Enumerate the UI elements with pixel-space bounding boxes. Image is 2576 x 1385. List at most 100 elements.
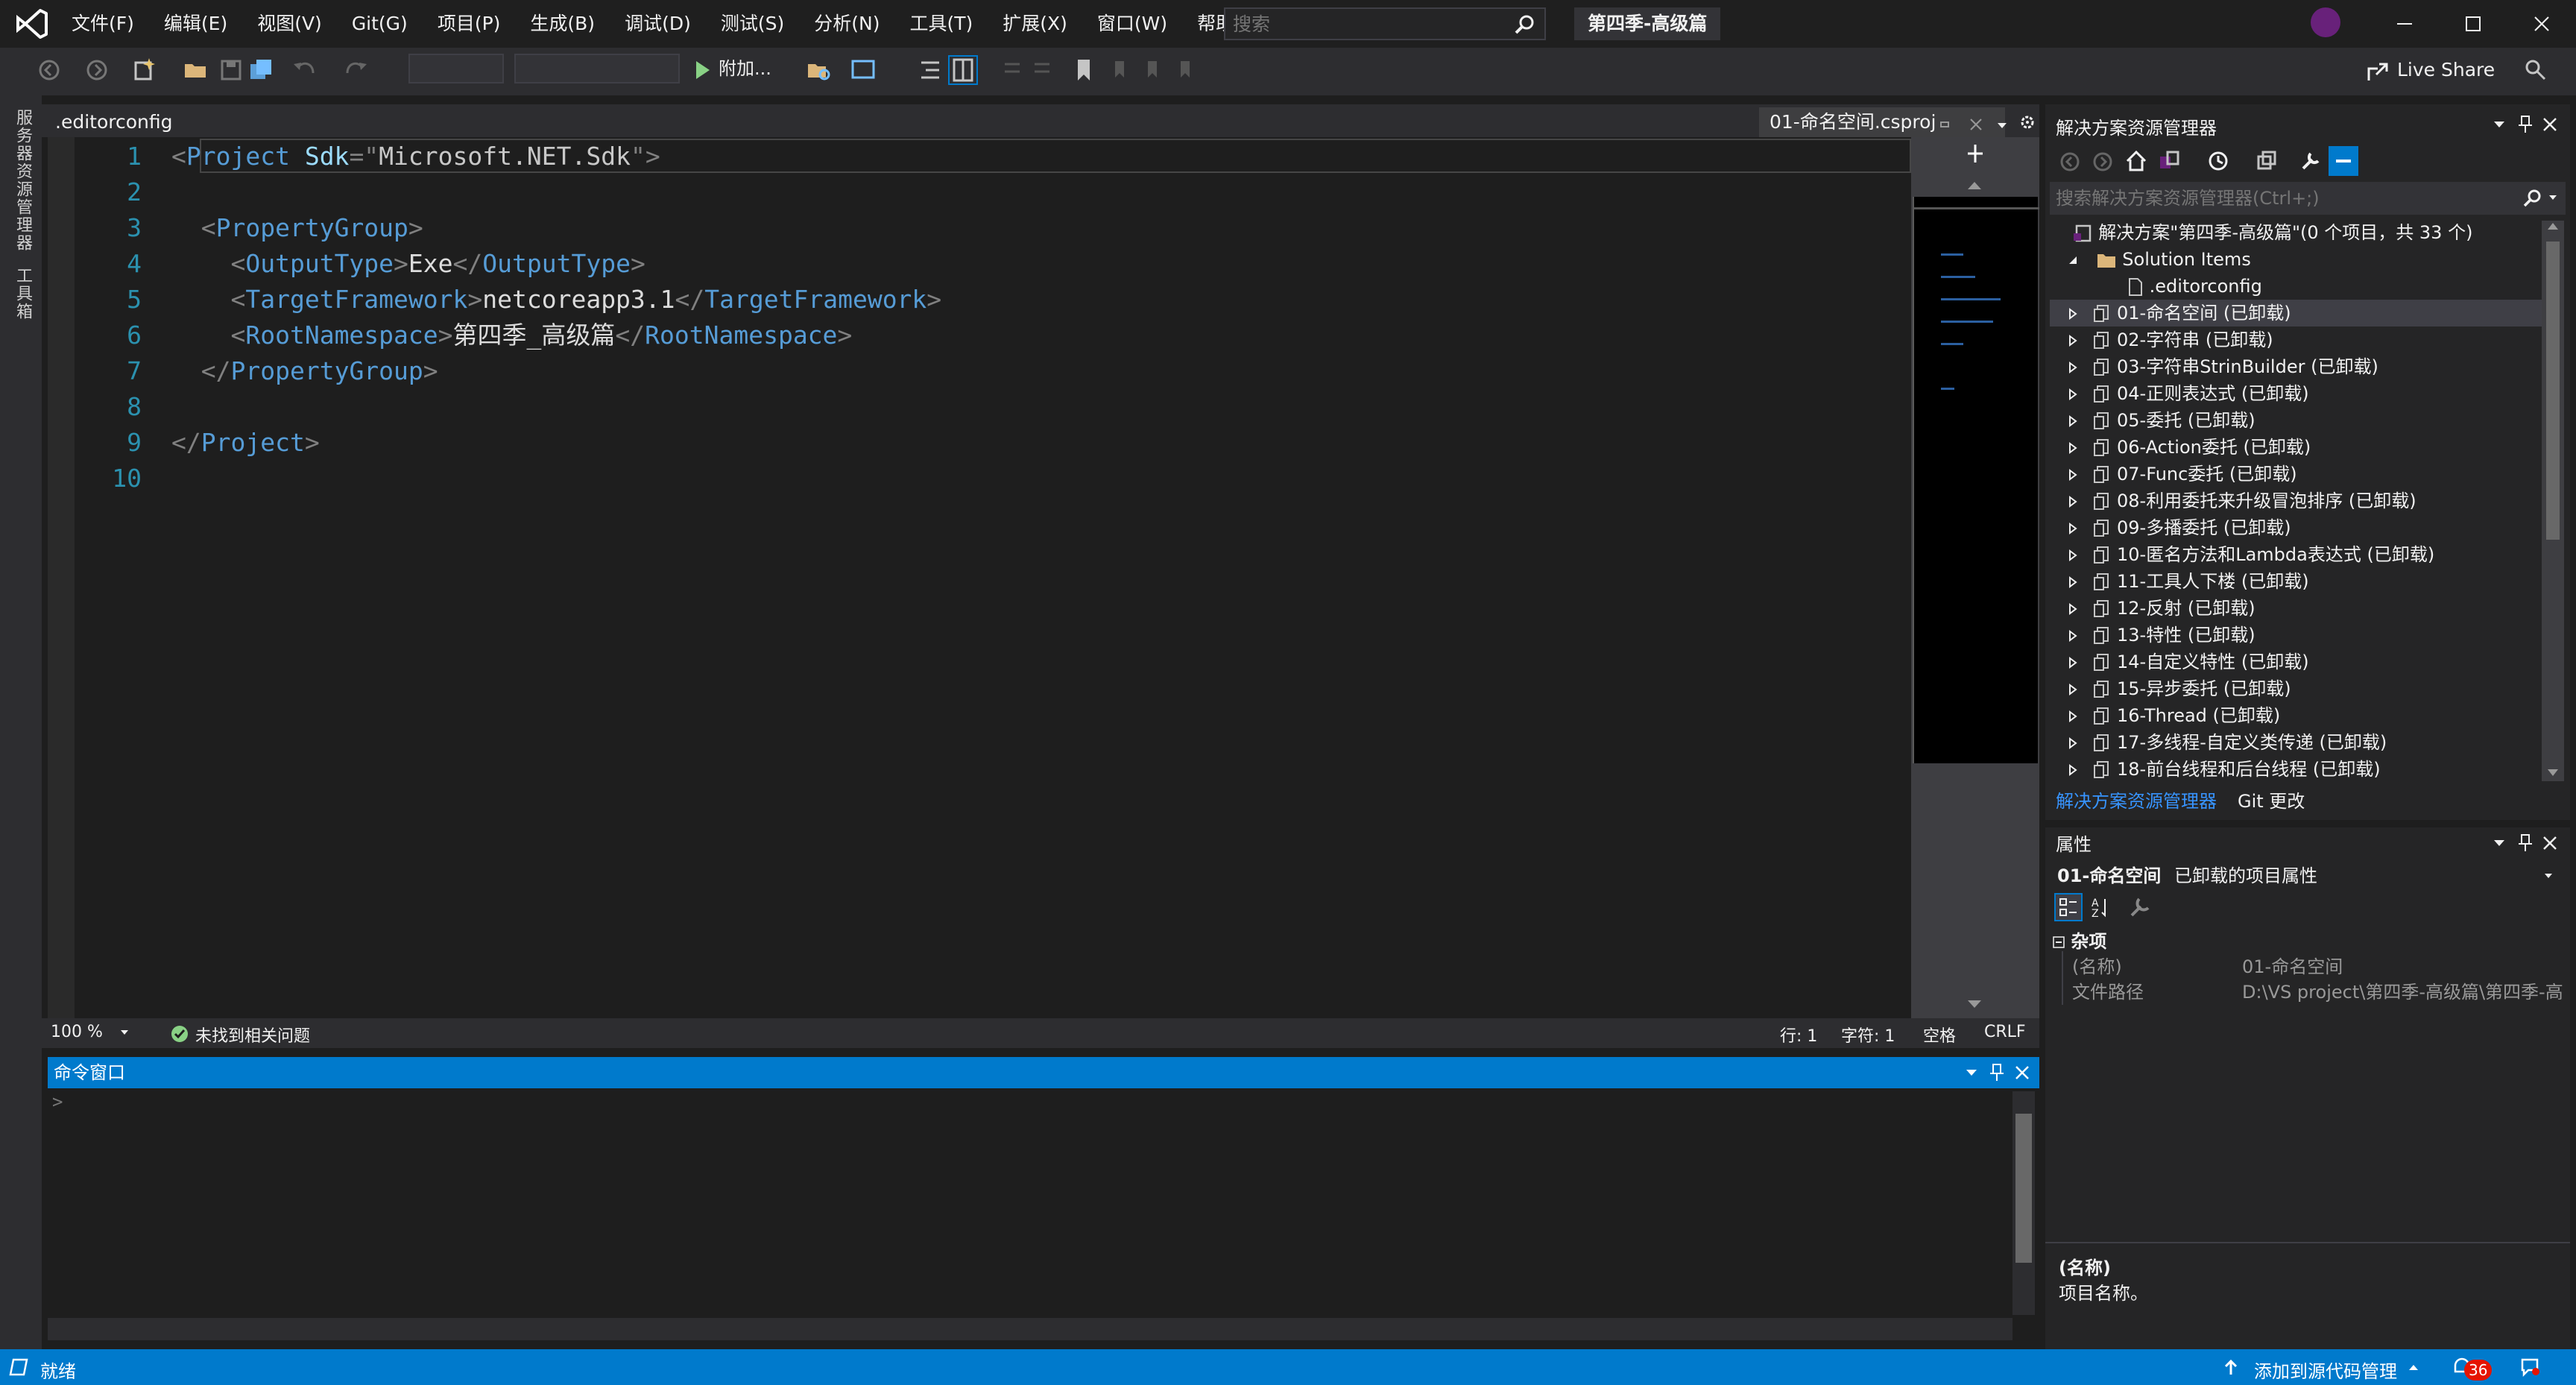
minimize-button[interactable] (2370, 0, 2439, 48)
split-editor-icon[interactable] (1965, 143, 1986, 164)
collapsed-arrow-icon[interactable] (2066, 334, 2080, 347)
se-forward-icon[interactable] (2092, 151, 2114, 173)
menu-edit[interactable]: 编辑(E) (149, 0, 242, 48)
tree-project-item[interactable]: 14-自定义特性 (已卸载) (2050, 649, 2542, 675)
tree-project-item[interactable]: 10-匿名方法和Lambda表达式 (已卸载) (2050, 541, 2542, 568)
property-value[interactable]: 01-命名空间 (2242, 954, 2343, 979)
visual-studio-logo-icon[interactable] (15, 7, 49, 40)
tree-project-item[interactable]: 17-多线程-自定义类传递 (已卸载) (2050, 729, 2542, 756)
command-window-vertical-scrollbar[interactable] (2012, 1091, 2035, 1315)
line-ending[interactable]: CRLF (1984, 1023, 2026, 1041)
server-explorer-tab[interactable]: 服务器资源管理器 (10, 109, 34, 252)
property-value[interactable]: D:\VS project\第四季-高级篇\第四季-高 (2242, 979, 2564, 1005)
uncomment-icon[interactable] (1029, 57, 1055, 83)
collapsed-arrow-icon[interactable] (2066, 307, 2080, 321)
output-status-icon[interactable] (7, 1357, 30, 1378)
tree-project-item[interactable]: 05-委托 (已卸载) (2050, 407, 2542, 434)
menu-build[interactable]: 生成(B) (515, 0, 610, 48)
search-icon[interactable] (1513, 13, 1535, 36)
tab-solution-explorer[interactable]: 解决方案资源管理器 (2045, 786, 2227, 817)
collapsed-arrow-icon[interactable] (2066, 736, 2080, 750)
feedback-error-icon[interactable] (2519, 1357, 2540, 1378)
search-icon[interactable] (2522, 188, 2543, 209)
pin-tab-icon[interactable] (1938, 118, 1953, 133)
feedback-icon[interactable] (2522, 57, 2548, 82)
live-share-icon[interactable] (2366, 60, 2390, 83)
next-bookmark-icon[interactable] (1139, 57, 1166, 83)
open-folder-icon[interactable] (182, 57, 209, 83)
tree-solution-items-folder[interactable]: Solution Items (2050, 246, 2542, 273)
se-back-icon[interactable] (2059, 151, 2081, 173)
tree-project-item[interactable]: 09-多播委托 (已卸载) (2050, 514, 2542, 541)
code-minimap[interactable] (1913, 197, 2039, 763)
menu-view[interactable]: 视图(V) (242, 0, 337, 48)
collapsed-arrow-icon[interactable] (2066, 683, 2080, 696)
scroll-down-icon[interactable] (2546, 768, 2560, 778)
tree-project-item[interactable]: 04-正则表达式 (已卸载) (2050, 380, 2542, 407)
pin-window-icon[interactable] (1989, 1063, 2005, 1082)
tree-editorconfig-file[interactable]: .editorconfig (2050, 273, 2542, 300)
redo-icon[interactable] (343, 57, 370, 83)
zoom-level[interactable]: 100 % (51, 1023, 103, 1041)
collapsed-arrow-icon[interactable] (2066, 575, 2080, 589)
pending-changes-filter-icon[interactable] (2206, 149, 2230, 173)
menu-extensions[interactable]: 扩展(X) (988, 0, 1082, 48)
undo-icon[interactable] (291, 57, 318, 83)
tab-git-changes[interactable]: Git 更改 (2227, 786, 2315, 817)
show-whitespace-icon[interactable] (917, 57, 944, 83)
window-position-dropdown-icon[interactable] (2493, 119, 2506, 130)
collapsed-arrow-icon[interactable] (2066, 602, 2080, 616)
indent-mode[interactable]: 空格 (1923, 1023, 1956, 1047)
collapsed-arrow-icon[interactable] (2066, 361, 2080, 374)
settings-gear-icon[interactable] (2018, 113, 2036, 131)
add-to-source-control[interactable]: 添加到源代码管理 (2254, 1357, 2397, 1383)
tree-project-item[interactable]: 12-反射 (已卸载) (2050, 595, 2542, 622)
zoom-dropdown-icon[interactable] (119, 1029, 130, 1036)
tree-project-item[interactable]: 08-利用委托来升级冒泡排序 (已卸载) (2050, 488, 2542, 514)
pin-window-icon[interactable] (2518, 833, 2533, 853)
bookmark-icon[interactable] (1070, 57, 1097, 83)
solution-explorer-search-input[interactable] (2050, 182, 2497, 215)
collapse-all-icon[interactable] (2255, 149, 2279, 173)
collapsed-arrow-icon[interactable] (2066, 441, 2080, 455)
tree-project-item[interactable]: 18-前台线程和后台线程 (已卸载) (2050, 756, 2542, 783)
clear-bookmarks-icon[interactable] (1172, 57, 1199, 83)
menu-test[interactable]: 测试(S) (706, 0, 799, 48)
collapsed-arrow-icon[interactable] (2066, 549, 2080, 562)
upload-arrow-icon[interactable] (2223, 1358, 2239, 1376)
menu-file[interactable]: 文件(F) (57, 0, 149, 48)
scroll-up-icon[interactable] (1966, 179, 1983, 191)
solution-config-dropdown[interactable] (408, 54, 504, 83)
live-share-label[interactable]: Live Share (2397, 54, 2495, 86)
save-icon[interactable] (218, 57, 244, 83)
search-options-dropdown-icon[interactable] (2548, 194, 2558, 201)
close-tab-icon[interactable] (1968, 116, 1984, 133)
issues-status[interactable]: 未找到相关问题 (195, 1023, 310, 1047)
close-window-button[interactable] (2507, 0, 2576, 48)
categorized-view-button[interactable] (2054, 893, 2083, 921)
close-properties-icon[interactable] (2542, 835, 2558, 851)
menu-window[interactable]: 窗口(W) (1082, 0, 1182, 48)
tree-project-item[interactable]: 03-字符串StrinBuilder (已卸载) (2050, 353, 2542, 380)
properties-object-selector[interactable]: 01-命名空间 已卸载的项目属性 (2057, 863, 2317, 889)
cursor-line[interactable]: 行: 1 (1780, 1023, 1817, 1047)
menu-debug[interactable]: 调试(D) (610, 0, 706, 48)
user-avatar-icon[interactable] (2311, 7, 2340, 37)
tab-list-dropdown-icon[interactable] (1995, 118, 2010, 133)
start-debugging-icon[interactable] (689, 57, 716, 83)
navigate-forward-icon[interactable] (83, 57, 110, 83)
menu-git[interactable]: Git(G) (337, 0, 423, 48)
tree-project-item[interactable]: 15-异步委托 (已卸载) (2050, 675, 2542, 702)
save-all-icon[interactable] (247, 57, 274, 83)
preview-selected-items-button[interactable] (2329, 146, 2358, 176)
pin-window-icon[interactable] (2518, 115, 2533, 134)
tree-project-item[interactable]: 13-特性 (已卸载) (2050, 622, 2542, 649)
expanded-arrow-icon[interactable] (2066, 253, 2080, 267)
collapsed-arrow-icon[interactable] (2066, 468, 2080, 482)
solution-explorer-scrollbar[interactable] (2542, 221, 2564, 781)
properties-wrench-icon[interactable] (2299, 149, 2323, 173)
collapsed-arrow-icon[interactable] (2066, 710, 2080, 723)
collapsed-arrow-icon[interactable] (2066, 388, 2080, 401)
prev-bookmark-icon[interactable] (1106, 57, 1133, 83)
category-misc[interactable]: 杂项 (2053, 929, 2106, 954)
